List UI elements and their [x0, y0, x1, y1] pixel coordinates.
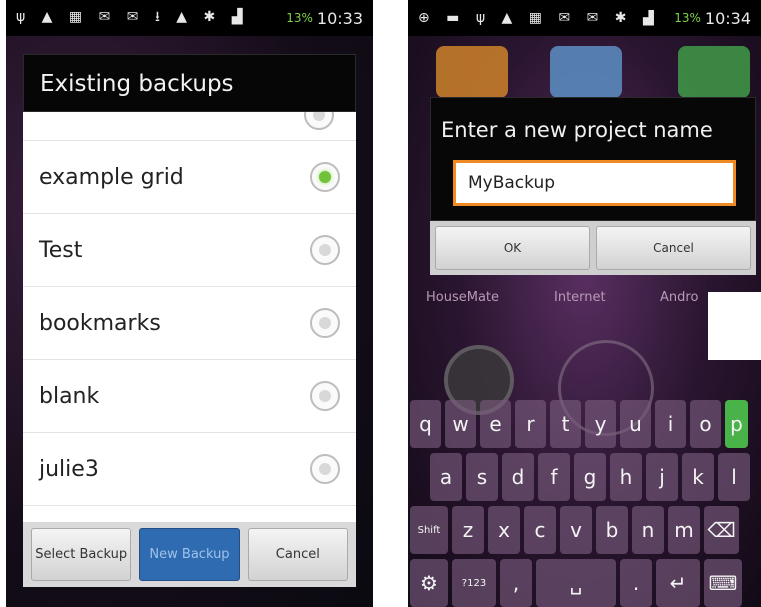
dialog-title: Existing backups	[23, 54, 356, 112]
keyboard-row-2: a s d f g h j k l	[430, 453, 750, 503]
cancel-button[interactable]: Cancel	[596, 226, 751, 270]
dialog-title: Enter a new project name	[441, 118, 713, 142]
key-n[interactable]: n	[632, 506, 664, 554]
key-y[interactable]: y	[585, 400, 616, 448]
key-d[interactable]: d	[502, 453, 534, 501]
key-l[interactable]: l	[718, 453, 750, 501]
key-z[interactable]: z	[452, 506, 484, 554]
key-b[interactable]: b	[596, 506, 628, 554]
key-h[interactable]: h	[610, 453, 642, 501]
key-f[interactable]: f	[538, 453, 570, 501]
cancel-button[interactable]: Cancel	[247, 528, 348, 581]
backup-item-test[interactable]: Test	[23, 214, 356, 287]
radio-icon[interactable]	[310, 454, 340, 484]
dialog-button-bar: OK Cancel	[430, 221, 756, 275]
key-e[interactable]: e	[480, 400, 511, 448]
left-phone-screen: ψ ▲ ▦ ✉ ✉ ⭳ ▲ ✱ ▟ 13% 10:33 Existing bac…	[6, 0, 373, 607]
status-bar: ψ ▲ ▦ ✉ ✉ ⭳ ▲ ✱ ▟ 13% 10:33	[6, 0, 373, 36]
radio-selected-icon[interactable]	[310, 162, 340, 192]
status-time: 10:33	[316, 8, 363, 28]
status-bar: ⊕ ▬ ψ ▲ ▦ ✉ ✉ ✱ ▟ 13% 10:34	[408, 0, 761, 36]
radio-icon	[304, 112, 334, 130]
white-widget	[708, 292, 761, 360]
backspace-icon[interactable]: ⌫	[704, 506, 739, 554]
key-t[interactable]: t	[550, 400, 581, 448]
key-symbols[interactable]: ?123	[452, 559, 496, 607]
notification-icons: ⊕ ▬ ψ ▲ ▦ ✉ ✉ ✱ ▟	[418, 10, 660, 26]
contacts-app-icon[interactable]	[436, 46, 508, 98]
backup-item-label: julie3	[39, 457, 99, 482]
battery-level: 13%	[674, 11, 701, 25]
key-a[interactable]: a	[430, 453, 462, 501]
key-c[interactable]: c	[524, 506, 556, 554]
enter-icon[interactable]: ↵	[656, 559, 700, 607]
project-name-dialog: Enter a new project name MyBackup	[430, 97, 756, 221]
key-x[interactable]: x	[488, 506, 520, 554]
backup-item-blank[interactable]: blank	[23, 360, 356, 433]
key-s[interactable]: s	[466, 453, 498, 501]
radio-icon[interactable]	[310, 308, 340, 338]
key-j[interactable]: j	[646, 453, 678, 501]
settings-key-icon[interactable]: ⚙	[410, 559, 448, 607]
list-item-scrolled	[23, 112, 356, 141]
backup-item-label: Test	[39, 238, 83, 263]
radio-icon[interactable]	[310, 235, 340, 265]
backup-item-label: example grid	[39, 165, 184, 190]
backup-item-julie3[interactable]: julie3	[23, 433, 356, 506]
key-p[interactable]: p	[725, 400, 748, 448]
soft-keyboard: q w e r t y u i o p a s d f g h j k l Sh…	[408, 392, 761, 607]
backup-item-label: bookmarks	[39, 311, 161, 336]
dialog-button-bar: Select Backup New Backup Cancel	[23, 522, 356, 587]
status-time: 10:34	[704, 8, 751, 28]
backup-item-label: blank	[39, 384, 100, 409]
key-space[interactable]: ␣	[536, 559, 616, 607]
key-m[interactable]: m	[668, 506, 700, 554]
key-comma[interactable]: ,	[500, 559, 532, 607]
key-v[interactable]: v	[560, 506, 592, 554]
backup-item-example-grid[interactable]: example grid	[23, 141, 356, 214]
key-period[interactable]: .	[620, 559, 652, 607]
right-phone-screen: ⊕ ▬ ψ ▲ ▦ ✉ ✉ ✱ ▟ 13% 10:34 HouseMate In…	[408, 0, 761, 607]
new-backup-button[interactable]: New Backup	[139, 528, 240, 581]
keyboard-row-1: q w e r t y u i o p	[410, 400, 748, 450]
phone-app-icon[interactable]	[678, 46, 750, 98]
radio-icon[interactable]	[310, 381, 340, 411]
key-w[interactable]: w	[445, 400, 476, 448]
keyboard-hide-icon[interactable]: ⌨	[704, 559, 742, 607]
key-i[interactable]: i	[655, 400, 686, 448]
keyboard-row-3: Shift z x c v b n m ⌫	[410, 506, 739, 556]
key-u[interactable]: u	[620, 400, 651, 448]
keyboard-row-4: ⚙ ?123 , ␣ . ↵ ⌨	[410, 559, 742, 607]
key-shift[interactable]: Shift	[410, 506, 448, 554]
backup-item-bookmarks[interactable]: bookmarks	[23, 287, 356, 360]
ok-button[interactable]: OK	[435, 226, 590, 270]
battery-level: 13%	[286, 11, 313, 25]
home-label-andro: Andro	[660, 290, 699, 305]
key-o[interactable]: o	[690, 400, 721, 448]
home-label-housemate: HouseMate	[426, 290, 500, 305]
backup-list[interactable]: example grid Test bookmarks blank julie3	[23, 112, 356, 522]
key-k[interactable]: k	[682, 453, 714, 501]
select-backup-button[interactable]: Select Backup	[31, 528, 132, 581]
notification-icons: ψ ▲ ▦ ✉ ✉ ⭳ ▲ ✱ ▟	[16, 9, 249, 25]
key-r[interactable]: r	[515, 400, 546, 448]
project-name-input[interactable]: MyBackup	[453, 160, 736, 206]
home-label-internet: Internet	[554, 290, 606, 305]
key-g[interactable]: g	[574, 453, 606, 501]
key-q[interactable]: q	[410, 400, 441, 448]
messaging-app-icon[interactable]	[550, 46, 622, 98]
